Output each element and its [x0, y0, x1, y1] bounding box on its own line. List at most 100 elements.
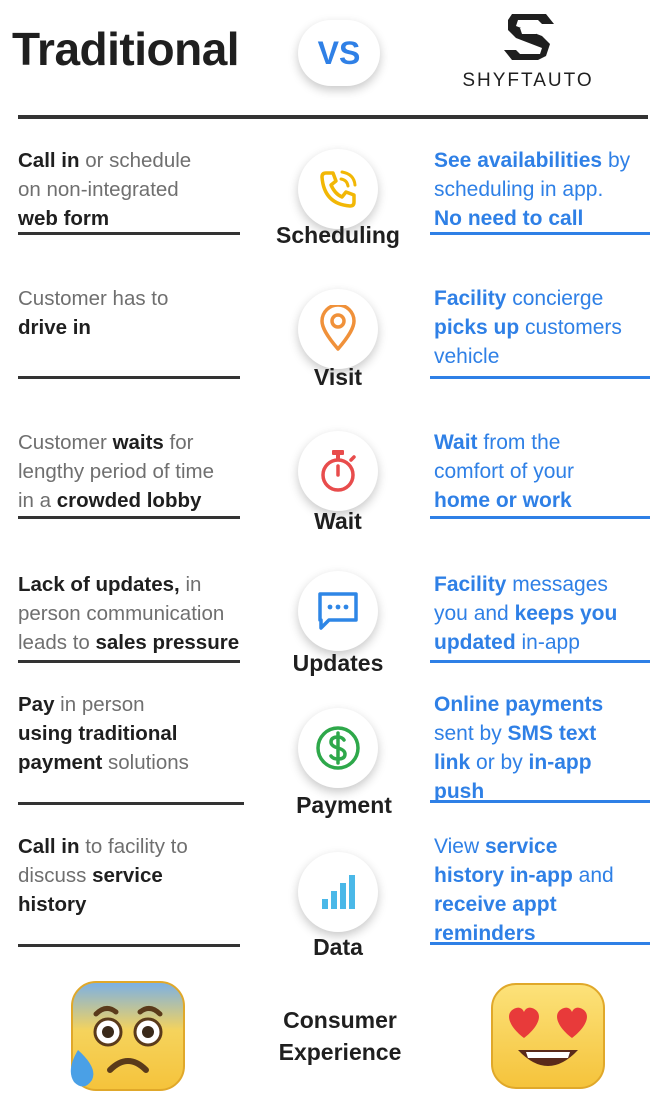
text-line: vehicle [434, 342, 660, 371]
emphasis-text: home or work [434, 489, 572, 512]
emphasis-text: keeps you [514, 602, 618, 625]
text-line: Call in or schedule [18, 146, 191, 175]
comparison-row-updates: Lack of updates, in person communication l… [0, 570, 660, 710]
text-line: Lack of updates, in [18, 570, 239, 599]
body-text: in-app [515, 631, 580, 654]
emphasis-text: Online payments [434, 693, 604, 716]
traditional-description: Pay in person using traditional payment so… [18, 690, 189, 777]
text-line: View service [434, 832, 660, 861]
text-line: history [18, 890, 188, 919]
text-line: receive appt [434, 890, 660, 919]
body-text: Customer has to [18, 287, 169, 310]
comparison-row-scheduling: Call in or schedule on non-integrated web … [0, 146, 660, 286]
emphasis-text: history [18, 893, 87, 916]
comparison-row-payment: Pay in person using traditional payment so… [0, 690, 660, 830]
stopwatch-icon [298, 431, 378, 511]
shyftauto-underline [430, 376, 650, 379]
text-line: See availabilities by [434, 146, 660, 175]
body-text: or by [470, 751, 529, 774]
text-line: person communication [18, 599, 239, 628]
shyftauto-underline [430, 660, 650, 663]
emphasis-text: picks up [434, 316, 520, 339]
text-line: link or by in-app [434, 748, 660, 777]
emphasis-text: using traditional [18, 722, 178, 745]
text-line: Call in to facility to [18, 832, 188, 861]
body-text: sent by [434, 722, 508, 745]
body-text: in a [18, 489, 57, 512]
emphasis-text: Call in [18, 835, 80, 858]
body-text: on non-integrated [18, 178, 179, 201]
body-text: in [179, 573, 202, 596]
emphasis-text: crowded lobby [56, 489, 202, 512]
shyftauto-underline [430, 800, 650, 803]
stage-label: Visit [313, 364, 363, 390]
text-line: in a crowded lobby [18, 486, 214, 515]
traditional-underline [18, 516, 240, 519]
text-line: drive in [18, 313, 168, 342]
text-line: No need to call [434, 204, 660, 233]
traditional-description: Customer has to drive in [18, 284, 168, 342]
text-line: comfort of your [434, 457, 660, 486]
text-line: Facility messages [434, 570, 660, 599]
text-line: on non-integrated [18, 175, 191, 204]
traditional-title: Traditional [12, 23, 240, 75]
traditional-underline [18, 232, 240, 235]
text-line: Pay in person [18, 690, 189, 719]
body-text: scheduling in app. [434, 178, 604, 201]
text-line: using traditional [18, 719, 189, 748]
dollar-icon [298, 708, 378, 788]
emphasis-text: Wait [434, 431, 478, 454]
emphasis-text: Facility [434, 573, 507, 596]
emphasis-text: waits [112, 431, 164, 454]
emphasis-text: No need to call [434, 207, 584, 230]
consumer-experience-label: Consumer Experience [240, 1004, 440, 1068]
text-line: discuss service [18, 861, 188, 890]
shyftauto-underline [430, 942, 650, 945]
text-line: web form [18, 204, 191, 233]
text-line: home or work [434, 486, 660, 515]
emphasis-text: updated [434, 631, 516, 654]
shyftauto-logo-icon [504, 14, 554, 60]
shyftauto-description: See availabilities by scheduling in app. N… [434, 146, 660, 233]
body-text: and [572, 864, 614, 887]
comparison-infographic: Traditional VS SHYFTAUTO Call in or sche… [0, 0, 660, 1093]
emphasis-text: SMS text [507, 722, 597, 745]
emphasis-text: service [484, 835, 558, 858]
emphasis-text: Call in [18, 149, 80, 172]
body-text: from the [477, 431, 561, 454]
text-line: history in-app and [434, 861, 660, 890]
text-line: you and keeps you [434, 599, 660, 628]
bar-chart-icon [298, 852, 378, 932]
body-text: by [602, 149, 631, 172]
footer-line1: Consumer [283, 1007, 397, 1033]
emphasis-text: link [434, 751, 471, 774]
emphasis-text: Pay [18, 693, 55, 716]
emphasis-text: service [92, 864, 163, 887]
body-text: person communication [18, 602, 225, 625]
text-line: Customer has to [18, 284, 168, 313]
stage-label: Scheduling [276, 222, 400, 248]
traditional-description: Customer waits for lengthy period of time… [18, 428, 214, 515]
emphasis-text: history in-app [434, 864, 573, 887]
traditional-underline [18, 660, 240, 663]
emphasis-text: web form [18, 207, 110, 230]
body-text: to facility to [79, 835, 188, 858]
shyftauto-description: Wait from the comfort of your home or work [434, 428, 660, 515]
emphasis-text: Lack of updates, [18, 573, 180, 596]
comparison-row-wait: Customer waits for lengthy period of time… [0, 428, 660, 568]
traditional-description: Call in or schedule on non-integrated web … [18, 146, 191, 233]
text-line: updated in-app [434, 628, 660, 657]
text-line: Customer waits for [18, 428, 214, 457]
body-text: discuss [18, 864, 93, 887]
emphasis-text: in-app [528, 751, 592, 774]
body-text: messages [506, 573, 608, 596]
text-line: lengthy period of time [18, 457, 214, 486]
footer-line2: Experience [278, 1039, 402, 1065]
body-text: for [163, 431, 194, 454]
vs-label: VS [317, 34, 361, 71]
emphasis-text: sales pressure [95, 631, 240, 654]
text-line: Wait from the [434, 428, 660, 457]
body-text: vehicle [434, 345, 500, 368]
shyftauto-description: Facility messages you and keeps you update… [434, 570, 660, 657]
body-text: solutions [102, 751, 189, 774]
